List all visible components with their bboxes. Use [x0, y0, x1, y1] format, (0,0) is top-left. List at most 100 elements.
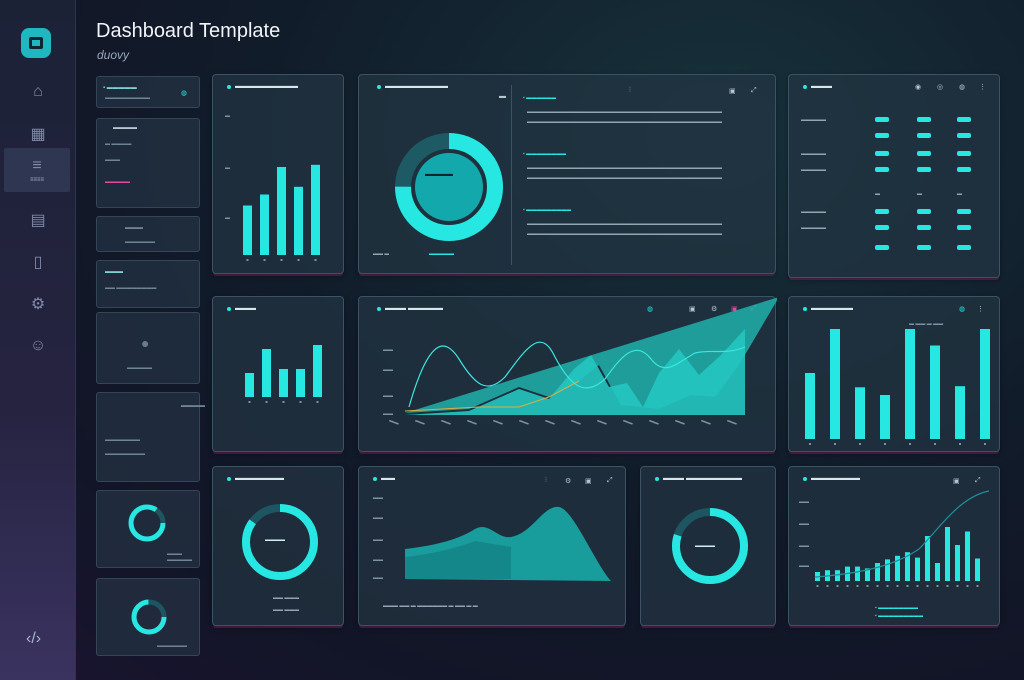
bar[interactable] — [313, 345, 322, 397]
bar[interactable] — [955, 545, 960, 581]
bar[interactable] — [915, 557, 920, 581]
x-tick-label: ▬▬ — [466, 417, 478, 427]
status-badge[interactable] — [917, 245, 931, 250]
bar[interactable] — [245, 373, 254, 397]
bar[interactable] — [945, 527, 950, 581]
status-badge[interactable] — [875, 133, 889, 138]
status-badge[interactable] — [917, 167, 931, 172]
area-chart-panel[interactable]: ▬▬ ⫶ ⚙ ▣ ⤢ ▬▬ ▬▬ ▬▬ ▬▬ ▬▬ ▬▬▬ ▬▬ ▬ ▬▬▬▬▬… — [358, 466, 626, 626]
bar[interactable] — [980, 329, 990, 439]
bar[interactable] — [262, 349, 271, 397]
table-body: ▬▬▬▬▬ ▬▬▬▬▬ ▬▬▬▬▬ ▬ ▬ ▬ ▬▬▬▬▬ ▬▬▬▬▬ — [789, 105, 1001, 275]
status-badge[interactable] — [917, 209, 931, 214]
code-icon[interactable]: ‹/› — [26, 630, 41, 648]
play-icon[interactable]: ◉ — [915, 83, 921, 91]
bar[interactable] — [880, 395, 890, 439]
bar[interactable] — [855, 387, 865, 439]
settings-icon[interactable]: ⚙ — [0, 284, 76, 324]
x-tick-label: ▬▬ — [518, 417, 530, 427]
thumbnail-card[interactable]: ▬▬▬ ▬▬▬▬▬ — [96, 490, 200, 568]
app-logo[interactable] — [21, 28, 51, 58]
bar-chart-panel[interactable]: ▬▬▬ — [212, 296, 344, 452]
status-badge[interactable] — [917, 151, 931, 156]
thumbnail-card[interactable]: ● ▬▬▬▬▬ — [96, 312, 200, 384]
thumbnail-title: ▬▬▬ — [125, 225, 143, 231]
ring-chart-panel[interactable]: ▬▬▬▬▬▬▬ ▬▬▬▬ ▬▬ ▬▬▬ ▬▬ ▬▬▬ — [212, 466, 344, 626]
bar[interactable] — [955, 386, 965, 439]
thumbnail-card[interactable]: ▬▬▬ ▬▬ ▬▬▬▬▬▬▬▬ — [96, 260, 200, 308]
filter-icon[interactable]: ⫶ — [629, 87, 631, 95]
status-badge[interactable] — [957, 117, 971, 122]
more-icon[interactable]: ⋮ — [979, 83, 986, 91]
thumbnail-card[interactable]: ▬▬▬▬▬▬ — [96, 578, 200, 656]
bar[interactable] — [279, 369, 288, 397]
x-tick — [297, 259, 300, 261]
more-icon[interactable]: ▬ — [499, 93, 506, 100]
status-badge[interactable] — [875, 151, 889, 156]
x-tick — [906, 585, 909, 587]
status-badge[interactable] — [917, 117, 931, 122]
x-tick — [834, 443, 836, 445]
status-badge[interactable] — [917, 225, 931, 230]
sidebar-item-analytics[interactable]: ≡ ≡≡≡≡ — [4, 148, 70, 192]
refresh-icon[interactable]: ◎ — [937, 83, 943, 91]
x-tick — [248, 401, 251, 403]
user-icon[interactable]: ☺ — [0, 326, 76, 366]
status-badge[interactable] — [957, 245, 971, 250]
status-badge[interactable] — [957, 167, 971, 172]
bar[interactable] — [975, 558, 980, 582]
status-badge[interactable] — [957, 151, 971, 156]
bar[interactable] — [855, 566, 860, 581]
status-badge[interactable] — [875, 225, 889, 230]
bar[interactable] — [260, 194, 269, 256]
status-badge[interactable]: ▬ — [917, 191, 931, 197]
bar[interactable] — [805, 373, 815, 439]
bar-chart-panel[interactable]: ▬▬▬▬▬▬▬▬▬ ▬ ▬ ▬ — [212, 74, 344, 274]
calendar-icon[interactable]: ▣ — [729, 87, 736, 95]
line-chart-panel[interactable]: ▬▬▬ ▬▬▬▬▬ ◍ ▣ ⚙ ▣ ⤢ ▬▬ ▬▬ ▬▬ ▬▬ ▬▬▬▬▬▬▬▬… — [358, 296, 777, 452]
home-icon[interactable]: ⌂ — [0, 72, 76, 112]
bar[interactable] — [243, 205, 252, 256]
ring-center-label: ▬▬▬▬ — [695, 543, 715, 549]
bar[interactable] — [925, 536, 930, 581]
status-badge[interactable] — [875, 167, 889, 172]
bar[interactable] — [311, 164, 320, 255]
thumbnail-card[interactable]: ▪ ▬▬▬▬▬ ▬▬▬▬▬▬▬▬▬ ◍ — [96, 76, 200, 108]
document-icon[interactable]: ▯ — [0, 242, 76, 282]
status-badge[interactable] — [957, 225, 971, 230]
bar[interactable] — [965, 531, 970, 582]
status-badge[interactable] — [875, 209, 889, 214]
thumbnail-card[interactable]: ▬▬▬▬ ▬▬▬▬▬▬▬ ▬▬▬▬▬▬▬▬ — [96, 392, 205, 482]
bar[interactable] — [875, 563, 880, 581]
status-badge[interactable] — [875, 117, 889, 122]
table-panel[interactable]: ▬▬▬ ◉ ◎ ◍ ⋮ ▬▬▬▬▬ ▬▬▬▬▬ ▬▬▬▬▬ ▬ ▬ ▬ ▬▬▬▬▬ ▬▬▬▬▬ — [788, 74, 1000, 278]
bar[interactable] — [294, 186, 303, 255]
donut-summary-panel[interactable]: ▬▬▬▬▬▬▬▬▬ ▬ ▬▬▬▬ ▬▬ ▬ ▬▬▬▬▬ ⫶ ▣ ⤢ ▪ ▬▬▬▬… — [358, 74, 776, 274]
thumbnail-text: ▬▬▬▬▬ — [127, 365, 152, 371]
bar[interactable] — [885, 559, 890, 581]
bar[interactable] — [277, 167, 286, 255]
divider — [511, 85, 512, 265]
ring-center-label: ▬▬▬▬ — [265, 537, 285, 543]
bar[interactable] — [296, 369, 305, 397]
bar[interactable] — [830, 329, 840, 439]
thumbnail-card[interactable]: ▬▬▬▬ ▬ ▬▬▬▬ ▬▬▬ ▬▬▬▬▬ — [96, 118, 200, 208]
status-badge[interactable]: ▬ — [957, 191, 971, 197]
bar[interactable] — [930, 345, 940, 440]
bar[interactable] — [905, 329, 915, 439]
status-badge[interactable] — [957, 133, 971, 138]
status-badge[interactable] — [957, 209, 971, 214]
thumbnail-card[interactable]: ▬▬▬ ▬▬▬▬▬▬ — [96, 216, 200, 252]
thumbnail-text: ▬▬ ▬▬▬▬▬▬▬▬ — [105, 285, 157, 291]
status-badge[interactable] — [917, 133, 931, 138]
ring-chart-panel[interactable]: ▬▬▬ ▬▬▬▬▬▬▬▬ ▬▬▬▬ — [640, 466, 776, 626]
bar[interactable] — [935, 563, 940, 581]
bar-chart-panel[interactable]: ▬▬▬▬▬▬ ◍ ⋮ ▬ ▬▬ ▬ ▬▬ — [788, 296, 1000, 452]
status-badge[interactable]: ▬ — [875, 191, 889, 197]
share-icon[interactable]: ◍ — [959, 83, 965, 91]
combo-chart-panel[interactable]: ▬▬▬▬▬▬▬ ▣ ⤢ ▬▬ ▬▬ ▬▬ ▬▬ ▪ ▬▬▬▬▬▬▬▬ ▪ ▬▬▬… — [788, 466, 1000, 626]
folder-icon[interactable]: ▤ — [0, 200, 76, 240]
expand-icon[interactable]: ⤢ — [751, 87, 757, 95]
status-badge[interactable] — [875, 245, 889, 250]
x-tick-label: ▬▬ — [726, 417, 738, 427]
